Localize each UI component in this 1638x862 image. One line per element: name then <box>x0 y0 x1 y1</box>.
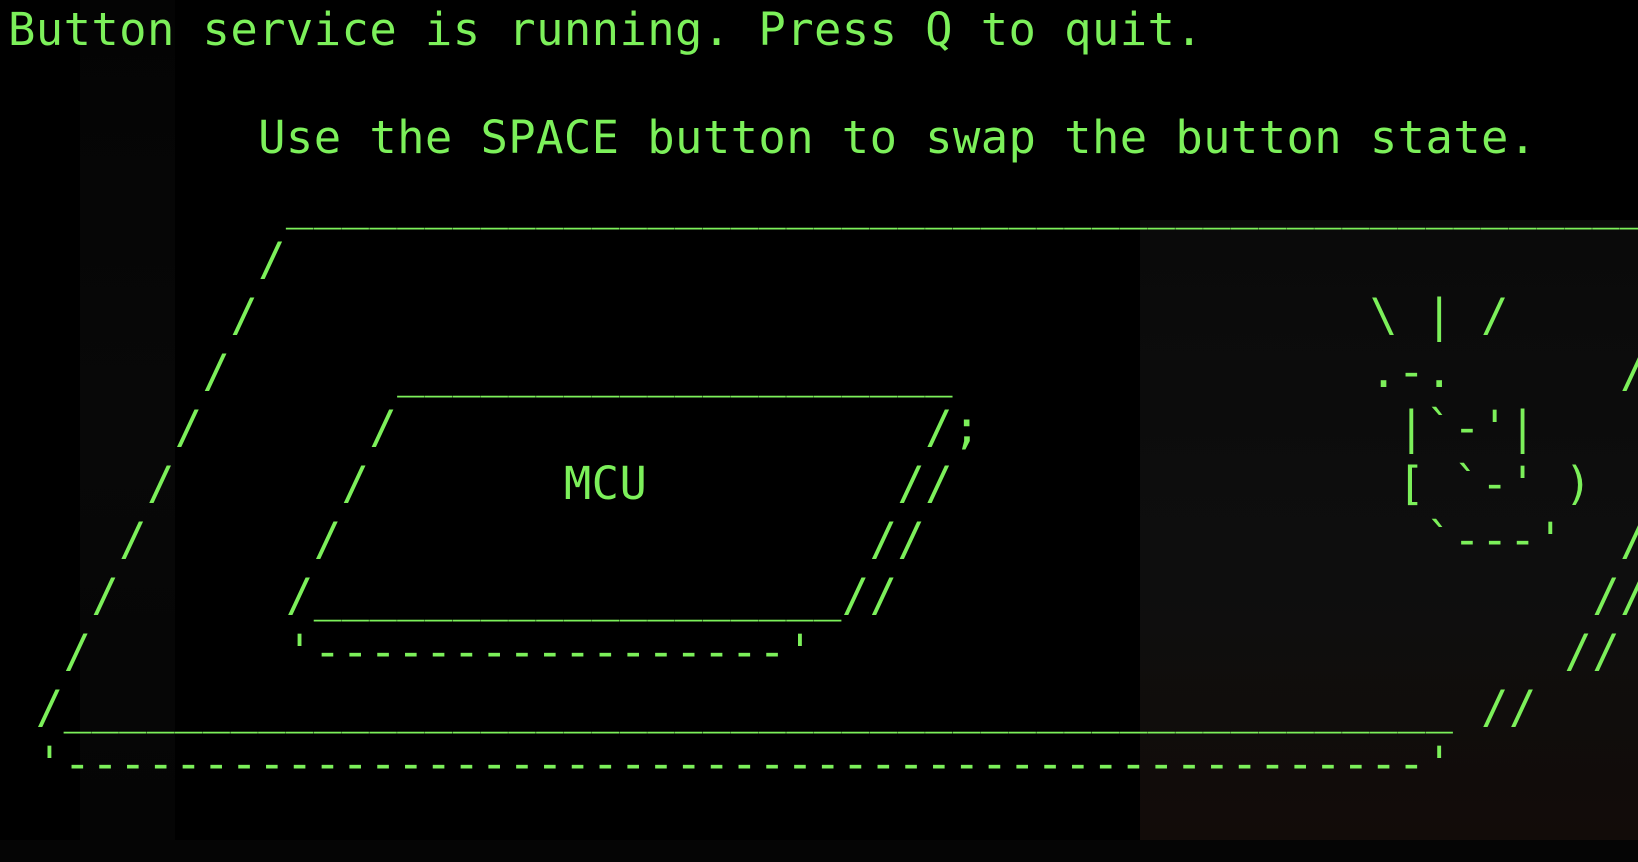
ascii-board-diagram: ________________________________________… <box>8 176 1638 792</box>
diagram-line: / ____________________ .-. // <box>8 345 1638 398</box>
diagram-line: / '-----------------' // <box>8 625 1621 678</box>
diagram-line: '---------------------------------------… <box>8 737 1454 790</box>
diagram-line: / /; <box>8 233 1638 286</box>
diagram-line: / / /; |`-'| // <box>8 401 1638 454</box>
diagram-line: ________________________________________… <box>8 177 1638 230</box>
status-line: Button service is running. Press Q to qu… <box>8 3 1204 56</box>
diagram-line-button-rays: / \ | / // <box>8 289 1638 342</box>
diagram-line-mcu-label: / / MCU // [ `-' ) // <box>8 457 1638 510</box>
diagram-line: / /___________________// // <box>8 569 1638 622</box>
diagram-line: / / // `---' // <box>8 513 1638 566</box>
diagram-line: /_______________________________________… <box>8 681 1537 734</box>
terminal-bottom-edge <box>0 840 1638 862</box>
terminal-window: Button service is running. Press Q to qu… <box>0 0 1638 862</box>
instruction-line: Use the SPACE button to swap the button … <box>8 111 1537 164</box>
